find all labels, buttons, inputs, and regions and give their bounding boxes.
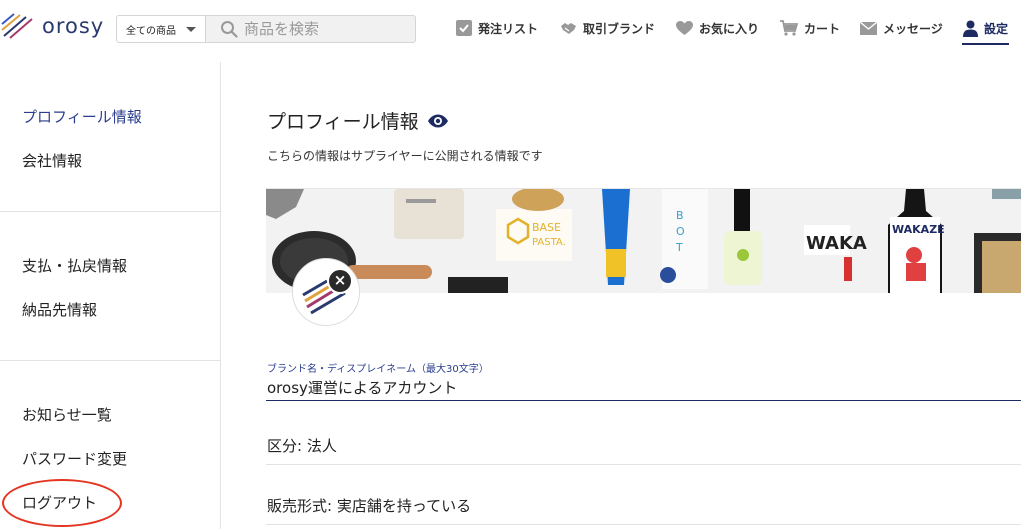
nav-cart[interactable]: カート xyxy=(780,17,840,39)
logout-highlight-circle xyxy=(2,479,122,527)
mail-icon xyxy=(860,21,877,35)
orosy-logo-avatar-icon xyxy=(302,279,346,315)
active-tab-indicator xyxy=(962,43,1009,45)
sidebar-divider xyxy=(0,360,220,361)
row-divider xyxy=(266,524,1021,525)
brand-avatar[interactable] xyxy=(292,258,360,326)
checklist-icon xyxy=(456,20,472,36)
nav-trading-brands[interactable]: 取引ブランド xyxy=(560,17,655,39)
nav-favorites-label: お気に入り xyxy=(699,21,760,36)
user-icon xyxy=(963,20,978,37)
svg-text:B: B xyxy=(676,209,684,222)
handshake-icon xyxy=(561,23,576,34)
sidebar-item-payment[interactable]: 支払・払戻情報 xyxy=(22,255,127,276)
search-input[interactable] xyxy=(244,20,404,38)
cart-icon xyxy=(780,20,798,36)
nav-order-list-label: 発注リスト xyxy=(478,21,539,36)
banner-pasta-text: PASTA. xyxy=(532,237,566,248)
business-type-field[interactable]: 区分: 法人 xyxy=(267,435,337,456)
nav-cart-label: カート xyxy=(804,21,841,36)
sidebar-border xyxy=(220,62,221,529)
nav-messages-label: メッセージ xyxy=(883,21,943,36)
svg-text:O: O xyxy=(676,225,685,238)
sidebar-item-company[interactable]: 会社情報 xyxy=(22,150,82,171)
page-title: プロフィール情報 xyxy=(267,107,449,134)
heart-icon xyxy=(676,20,693,35)
nav-trading-brands-label: 取引ブランド xyxy=(583,21,656,36)
remove-avatar-button[interactable]: × xyxy=(327,268,353,294)
sidebar-item-delivery[interactable]: 納品先情報 xyxy=(22,299,97,320)
product-collage-image: BASE PASTA. B O T WAKA WAKAZE xyxy=(266,189,1021,293)
top-header: orosy 全ての商品 発注リスト 取引ブランド お気に入り xyxy=(0,0,1021,60)
nav-settings[interactable]: 設定 xyxy=(963,17,1008,39)
logo-text: orosy xyxy=(42,14,105,38)
banner-waka-text: WAKA xyxy=(806,233,867,254)
svg-text:T: T xyxy=(675,241,683,254)
brand-name-input[interactable]: orosy運営によるアカウント xyxy=(267,377,457,398)
orosy-logo[interactable]: orosy xyxy=(0,12,104,40)
search-bar[interactable] xyxy=(206,15,416,43)
banner-base-text: BASE xyxy=(532,221,561,234)
sidebar-item-password[interactable]: パスワード変更 xyxy=(22,448,127,469)
sales-format-field[interactable]: 販売形式: 実店舗を持っている xyxy=(267,495,471,516)
nav-favorites[interactable]: お気に入り xyxy=(676,17,759,39)
brand-name-label: ブランド名・ディスプレイネーム（最大30文字） xyxy=(267,364,489,375)
page-title-text: プロフィール情報 xyxy=(267,111,419,133)
category-select[interactable]: 全ての商品 xyxy=(116,15,206,43)
nav-settings-label: 設定 xyxy=(984,21,1009,36)
nav-order-list[interactable]: 発注リスト xyxy=(456,17,538,39)
cover-image-banner[interactable]: BASE PASTA. B O T WAKA WAKAZE xyxy=(266,188,1021,293)
category-select-value: 全ての商品 xyxy=(126,25,176,37)
chevron-down-icon xyxy=(186,27,196,32)
nav-messages[interactable]: メッセージ xyxy=(860,17,943,39)
logo-stripes-icon xyxy=(1,13,33,39)
sidebar-item-notifications[interactable]: お知らせ一覧 xyxy=(22,404,112,425)
row-divider xyxy=(266,464,1021,465)
page-subtitle: こちらの情報はサプライヤーに公開される情報です xyxy=(267,149,543,163)
search-icon xyxy=(221,21,238,38)
brand-name-underline xyxy=(266,400,1021,401)
eye-icon[interactable] xyxy=(427,114,449,128)
sidebar-divider xyxy=(0,211,220,212)
sidebar-item-profile[interactable]: プロフィール情報 xyxy=(22,106,142,127)
banner-wakaze-text: WAKAZE xyxy=(892,223,945,236)
